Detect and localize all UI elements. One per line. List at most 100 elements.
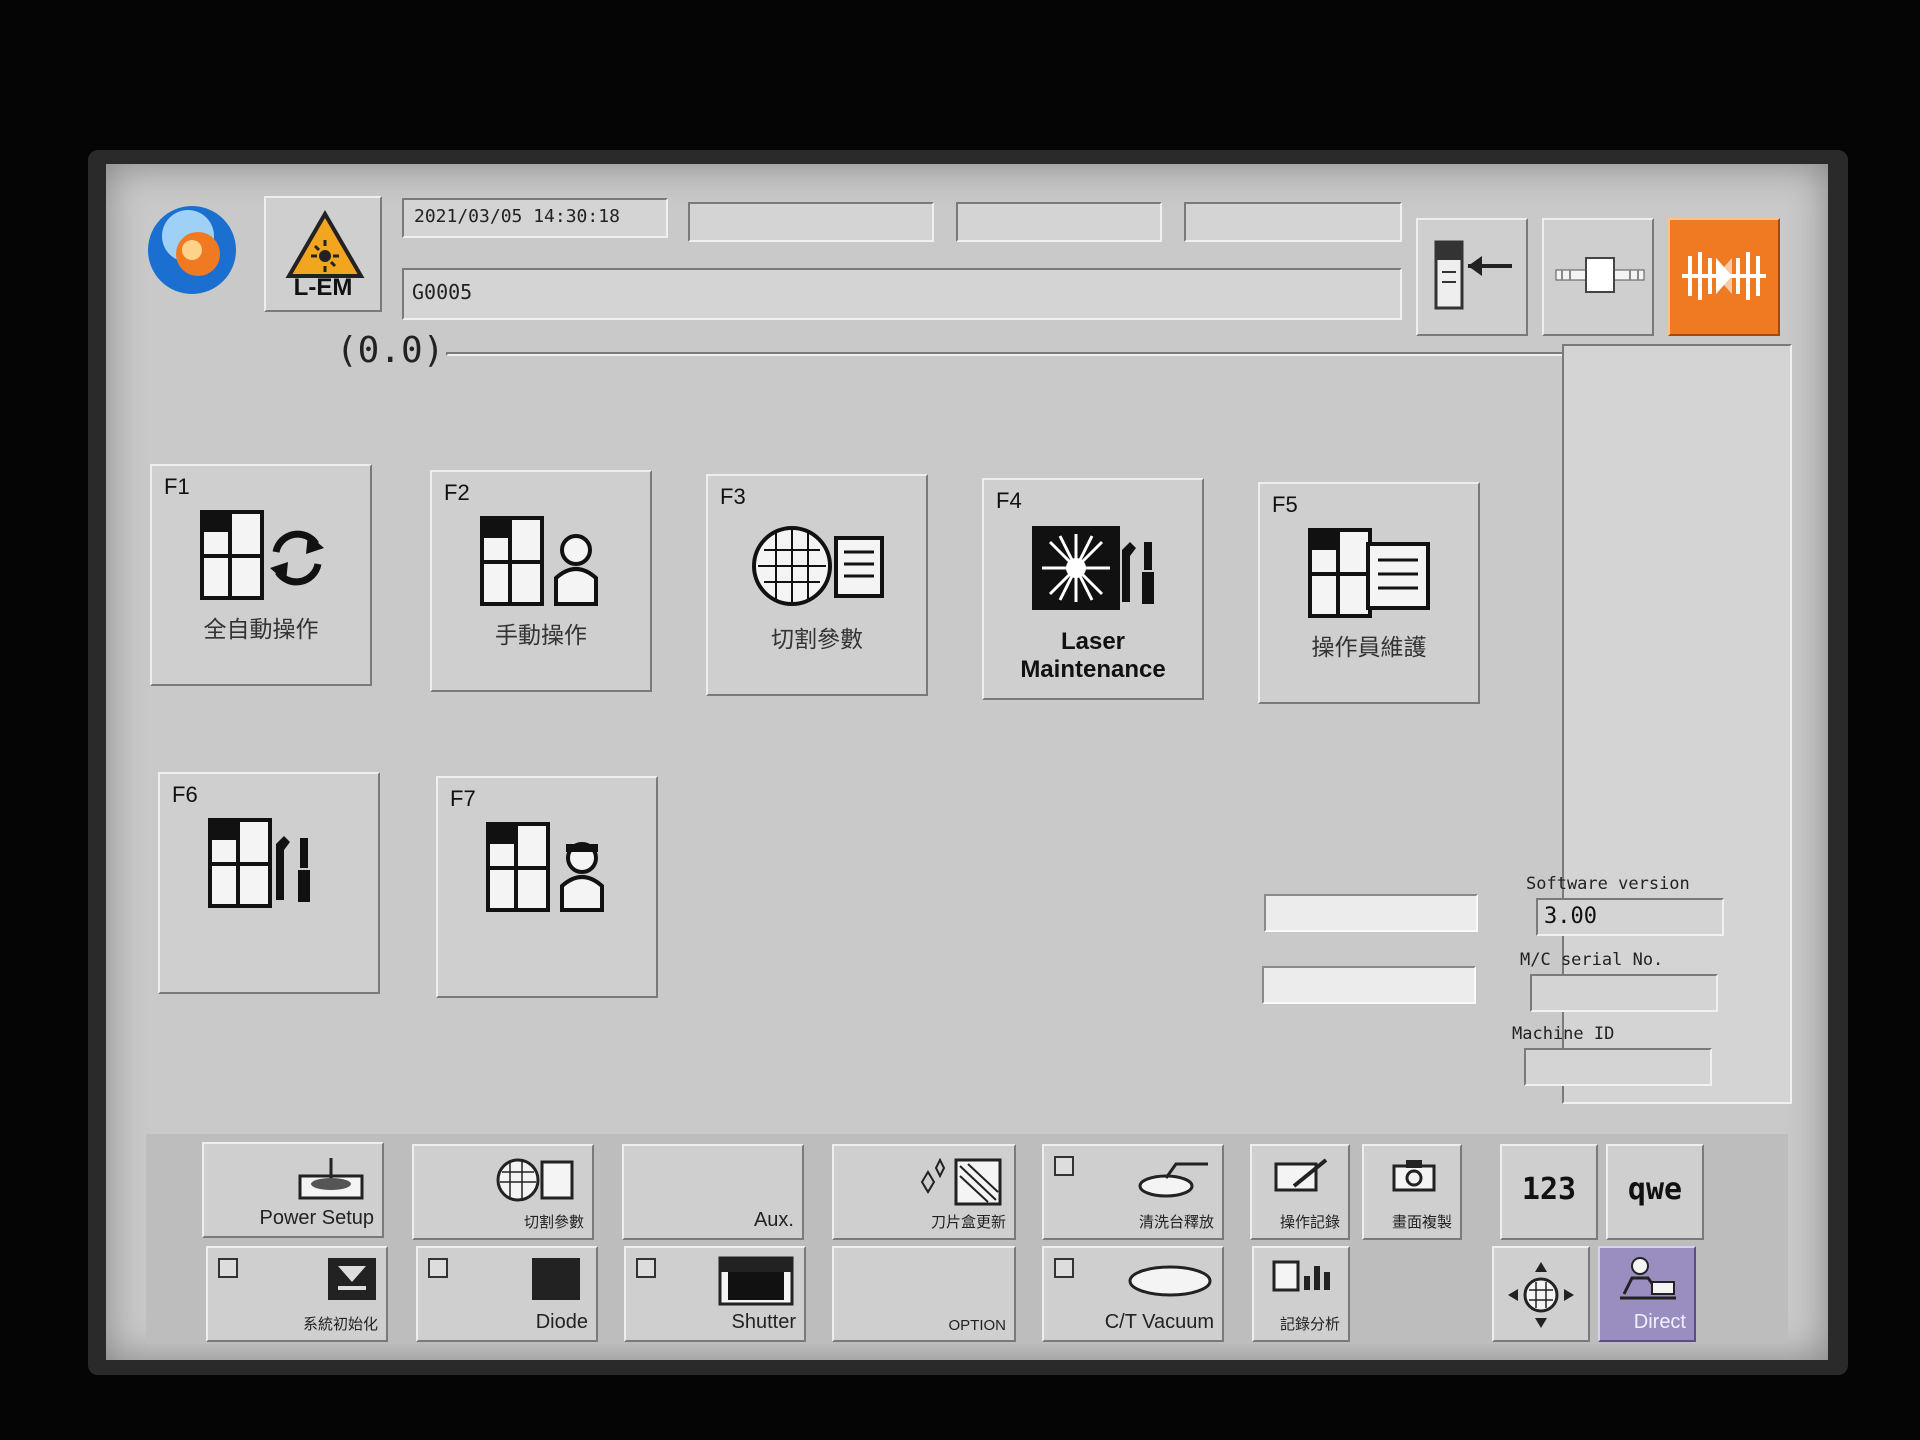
- table-release-checkbox[interactable]: [1054, 1156, 1074, 1176]
- f3-cutting-parameter-button[interactable]: F3 切割參數: [706, 474, 928, 696]
- chuck-button[interactable]: [1542, 218, 1654, 336]
- blade-change-label: 刀片盒更新: [930, 1214, 1006, 1231]
- fkey-number: F4: [996, 488, 1022, 513]
- numeric-keypad-button[interactable]: 123: [1500, 1144, 1598, 1240]
- axis-move-icon: [1508, 1262, 1574, 1328]
- manual-operation-icon: [480, 516, 598, 606]
- f6-machine-maintenance-button[interactable]: F6: [158, 772, 380, 994]
- option-button[interactable]: OPTION: [832, 1246, 1016, 1342]
- screen-copy-label: 畫面複製: [1391, 1214, 1452, 1231]
- camera-icon: [1392, 1160, 1436, 1192]
- fkey-label-line2: Maintenance: [1020, 656, 1166, 683]
- power-setup-icon: [298, 1158, 364, 1200]
- power-setup-label: Power Setup: [259, 1207, 374, 1229]
- record-analysis-label: 記錄分析: [1279, 1316, 1340, 1333]
- laser-maintenance-icon: [1032, 526, 1154, 610]
- edit-record-icon: [1274, 1158, 1328, 1192]
- auto-operation-icon: [200, 510, 324, 600]
- option-label: OPTION: [948, 1317, 1006, 1334]
- diode-button[interactable]: Diode: [416, 1246, 598, 1342]
- fkey-label: Laser Maintenance: [984, 628, 1202, 684]
- fkey-label-line1: Laser: [1060, 628, 1126, 655]
- system-init-button[interactable]: 系統初始化: [206, 1246, 388, 1342]
- status-field-1: [688, 202, 934, 242]
- direct-operator-icon: [1620, 1257, 1676, 1300]
- op-record-label: 操作記錄: [1279, 1214, 1340, 1231]
- ct-vacuum-label: C/T Vacuum: [1104, 1311, 1214, 1333]
- fkey-label: 切割參數: [771, 627, 863, 653]
- cut-params-label: 切割參數: [523, 1214, 584, 1231]
- fkey-number: F2: [444, 480, 470, 505]
- software-version-label: Software version: [1526, 874, 1690, 894]
- shutter-icon: [718, 1256, 794, 1306]
- laser-beam-button[interactable]: [1668, 218, 1780, 336]
- diode-indicator-icon: [532, 1258, 580, 1300]
- table-release-icon: [1138, 1162, 1208, 1198]
- shutter-checkbox[interactable]: [636, 1258, 656, 1278]
- blank-field-2: [1262, 966, 1476, 1004]
- fkey-number: F1: [164, 474, 190, 499]
- alpha-keyboard-button[interactable]: qwe: [1606, 1144, 1704, 1240]
- status-field-2: [956, 202, 1162, 242]
- diode-checkbox[interactable]: [428, 1258, 448, 1278]
- machine-maintenance-icon: [208, 818, 310, 908]
- ct-vacuum-button[interactable]: C/T Vacuum: [1042, 1246, 1224, 1342]
- datetime-display: 2021/03/05 14:30:18: [402, 198, 668, 238]
- machine-id-field: [1524, 1048, 1712, 1086]
- power-setup-button[interactable]: Power Setup: [202, 1142, 384, 1238]
- coordinate-readout: (0.0): [336, 330, 445, 371]
- aux-label: Aux.: [753, 1209, 794, 1231]
- fkey-number: F5: [1272, 492, 1298, 517]
- system-init-checkbox[interactable]: [218, 1258, 238, 1278]
- direct-button[interactable]: Direct: [1598, 1246, 1696, 1342]
- blank-field-1: [1264, 894, 1478, 932]
- blade-change-icon: [920, 1157, 1002, 1206]
- f4-laser-maintenance-button[interactable]: F4 Laser Maintenance: [982, 478, 1204, 700]
- shutter-button[interactable]: Shutter: [624, 1246, 806, 1342]
- table-release-button[interactable]: 清洗台釋放: [1042, 1144, 1224, 1240]
- operator-maintenance-icon: [1308, 528, 1430, 618]
- operator-icon: [486, 822, 604, 912]
- system-init-label: 系統初始化: [302, 1316, 378, 1333]
- f5-operator-maintenance-button[interactable]: F5 操作員維護: [1258, 482, 1480, 704]
- aux-button[interactable]: Aux.: [622, 1144, 804, 1240]
- laser-mode-label: L-EM: [293, 274, 353, 301]
- cutting-parameter-icon: [752, 526, 884, 606]
- laser-beam-icon: [1682, 252, 1766, 300]
- chuck-icon: [1555, 257, 1645, 293]
- software-version-field: 3.00: [1536, 898, 1724, 936]
- fkey-label: 手動操作: [495, 623, 587, 649]
- op-record-button[interactable]: 操作記錄: [1250, 1144, 1350, 1240]
- system-init-icon: [328, 1258, 376, 1300]
- f1-auto-operation-button[interactable]: F1 全自動操作: [150, 464, 372, 686]
- direct-label: Direct: [1633, 1311, 1686, 1333]
- serial-number-label: M/C serial No.: [1520, 950, 1664, 970]
- hmi-screen: L-EM 2021/03/05 14:30:18 G0005 (0.0) F1 …: [106, 164, 1828, 1360]
- screen-copy-button[interactable]: 畫面複製: [1362, 1144, 1462, 1240]
- fkey-number: F3: [720, 484, 746, 509]
- f7-operator-button[interactable]: F7: [436, 776, 658, 998]
- diode-label: Diode: [535, 1311, 588, 1333]
- serial-number-field: [1530, 974, 1718, 1012]
- door-slide-icon: [1434, 240, 1512, 310]
- shutter-label: Shutter: [731, 1311, 796, 1333]
- table-release-label: 清洗台釋放: [1138, 1214, 1214, 1231]
- fkey-label: 全自動操作: [203, 617, 319, 643]
- cutting-parameter-icon: [496, 1158, 574, 1202]
- vacuum-table-icon: [1128, 1265, 1212, 1297]
- program-name-display: G0005: [402, 268, 1402, 320]
- fkey-label: 操作員維護: [1311, 635, 1427, 661]
- f2-manual-operation-button[interactable]: F2 手動操作: [430, 470, 652, 692]
- door-slide-button[interactable]: [1416, 218, 1528, 336]
- fkey-number: F6: [172, 782, 198, 807]
- laser-status-button[interactable]: L-EM: [264, 196, 382, 312]
- fkey-number: F7: [450, 786, 476, 811]
- axis-navigation-button[interactable]: [1492, 1246, 1590, 1342]
- blade-change-button[interactable]: 刀片盒更新: [832, 1144, 1016, 1240]
- ct-vacuum-checkbox[interactable]: [1054, 1258, 1074, 1278]
- machine-id-label: Machine ID: [1512, 1024, 1615, 1044]
- cut-params-button[interactable]: 切割參數: [412, 1144, 594, 1240]
- laser-warning-icon: [285, 210, 365, 278]
- status-field-3: [1184, 202, 1402, 242]
- record-analysis-button[interactable]: 記錄分析: [1252, 1246, 1350, 1342]
